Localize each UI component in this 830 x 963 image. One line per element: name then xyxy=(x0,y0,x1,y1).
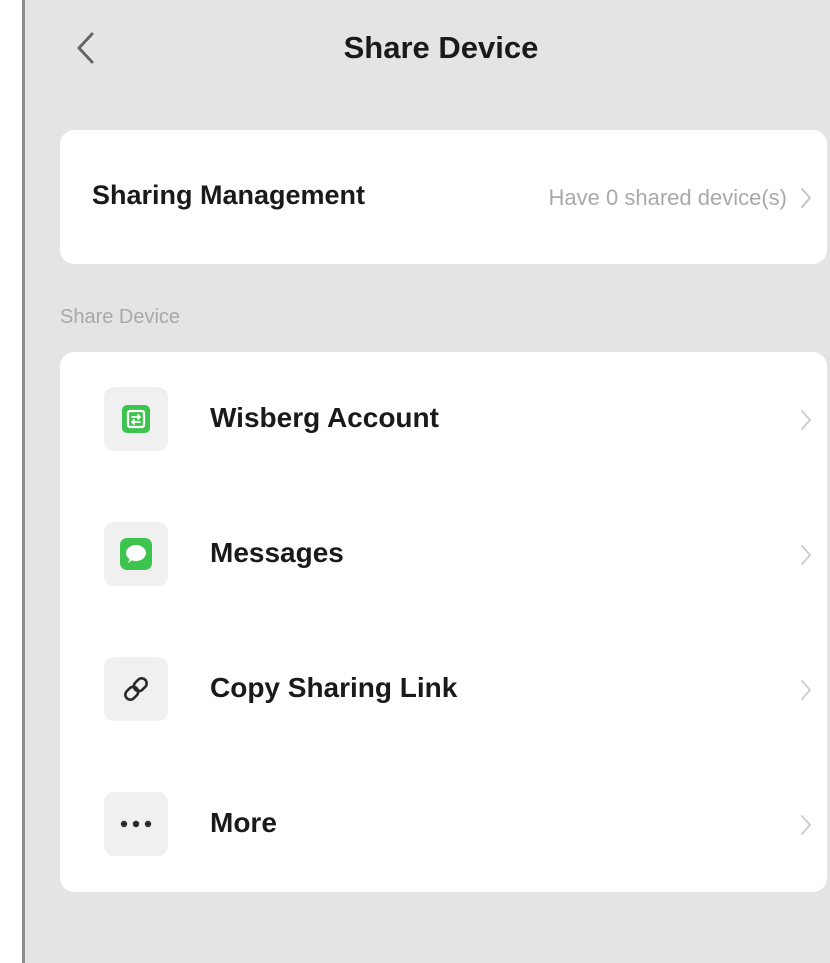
share-option-more[interactable]: More xyxy=(60,757,827,892)
link-icon-box xyxy=(104,657,168,721)
page-title: Share Device xyxy=(343,30,539,65)
more-icon xyxy=(120,820,152,828)
sharing-management-label: Sharing Management xyxy=(92,180,366,210)
section-label-share-device: Share Device xyxy=(60,306,181,328)
share-option-messages[interactable]: Messages xyxy=(60,487,827,622)
share-option-copy-link[interactable]: Copy Sharing Link xyxy=(60,622,827,757)
navigation-bar: Share Device xyxy=(25,0,830,100)
sharing-management-card: Sharing Management Have 0 shared device(… xyxy=(60,130,827,264)
share-option-label: More xyxy=(210,807,277,838)
chevron-right-icon xyxy=(801,815,811,835)
frame-margin xyxy=(0,0,22,963)
messages-icon-box xyxy=(104,522,168,586)
sharing-management-row[interactable]: Sharing Management Have 0 shared device(… xyxy=(60,130,827,264)
share-option-account[interactable]: Wisberg Account xyxy=(60,352,827,487)
chevron-right-icon xyxy=(801,410,811,430)
share-option-label: Wisberg Account xyxy=(210,402,439,433)
chevron-right-icon xyxy=(801,680,811,700)
more-icon-box xyxy=(104,792,168,856)
chevron-right-icon xyxy=(801,188,811,208)
chevron-right-icon xyxy=(801,545,811,565)
link-icon xyxy=(124,677,148,701)
share-device-screen: Share Device Sharing Management Have 0 s… xyxy=(25,0,830,963)
app-account-icon xyxy=(122,405,150,433)
messages-icon xyxy=(120,538,152,570)
account-icon-box xyxy=(104,387,168,451)
share-options-card: Wisberg Account Messages Copy Sharing Li… xyxy=(60,352,827,892)
shared-count-text: Have 0 shared device(s) xyxy=(548,185,787,210)
share-option-label: Copy Sharing Link xyxy=(210,672,458,703)
share-option-label: Messages xyxy=(210,537,344,568)
